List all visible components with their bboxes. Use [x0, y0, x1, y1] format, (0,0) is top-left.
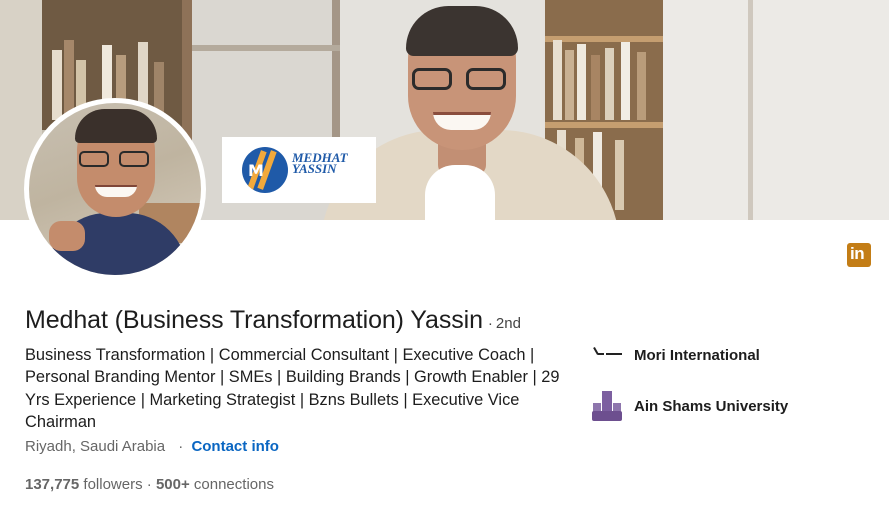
organization-name: Ain Shams University — [634, 397, 789, 415]
profile-name: Medhat (Business Transformation) Yassin — [25, 306, 483, 334]
profile-avatar[interactable] — [24, 98, 206, 280]
organization-education[interactable]: Ain Shams University — [590, 389, 788, 423]
profile-location: Riyadh, Saudi Arabia — [25, 438, 166, 455]
brand-logo-icon: M — [242, 147, 288, 193]
profile-headline: Business Transformation | Commercial Con… — [25, 346, 560, 431]
brand-logo: M MEDHAT YASSIN — [222, 137, 376, 203]
organization-current-company[interactable]: Mori International — [590, 344, 760, 366]
connections-link[interactable]: 500+ connections — [156, 476, 274, 493]
connection-degree: · 2nd — [487, 315, 521, 332]
linkedin-icon[interactable]: in — [847, 243, 871, 267]
profile-card: M MEDHAT YASSIN in Medhat (Business Tran… — [0, 0, 889, 509]
contact-info-link[interactable]: Contact info — [191, 438, 279, 455]
network-stats: 137,775 followers · 500+ connections — [25, 476, 274, 493]
university-logo-icon — [590, 389, 624, 423]
location-row: Riyadh, Saudi Arabia · Contact info — [25, 438, 279, 455]
mori-logo-icon — [590, 344, 624, 366]
profile-name-row: Medhat (Business Transformation) Yassin … — [25, 306, 521, 335]
brand-logo-text: MEDHAT YASSIN — [292, 150, 348, 176]
organization-name: Mori International — [634, 346, 760, 364]
followers-link[interactable]: 137,775 followers — [25, 476, 143, 493]
